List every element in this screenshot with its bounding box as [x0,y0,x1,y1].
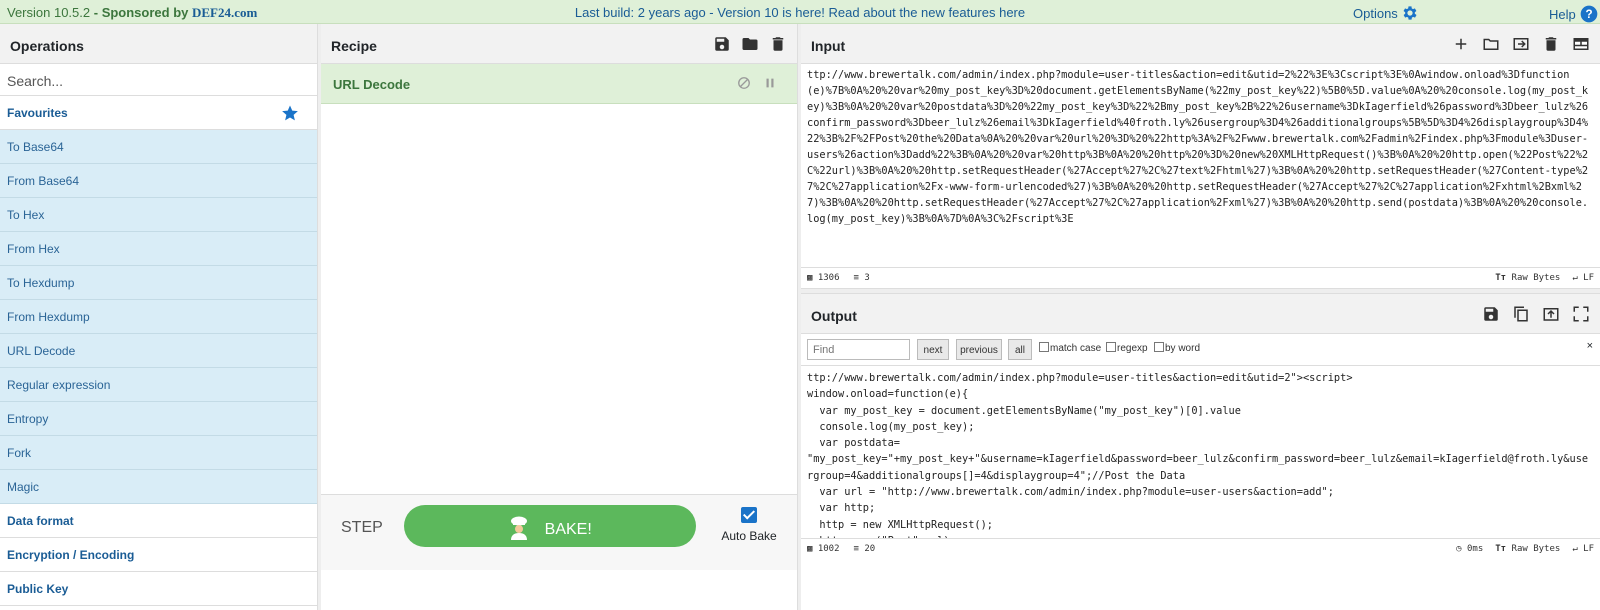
input-status-bar: ▩ 1306 ≡ 3 Tт Raw Bytes ↵ LF [801,267,1600,287]
save-output-icon[interactable] [1482,305,1500,323]
recipe-operation-url-decode[interactable]: URL Decode [321,64,797,104]
recipe-panel: Recipe URL Decode STEP BAKE! Auto Bake [321,24,798,610]
output-eol-button[interactable]: ↵ LF [1572,544,1594,554]
operations-title: Operations [0,24,317,64]
match-case-checkbox[interactable]: match case [1039,342,1101,354]
input-lines: ≡ 3 [853,273,870,283]
favourites-operation-list: To Base64 From Base64 To Hex From Hex To Hex… [0,130,317,504]
version-info: Version 10.5.2 - Sponsored by DEF24.com [7,5,257,21]
operations-panel: Operations Search... Favourites To Base6… [0,24,318,610]
category-favourites[interactable]: Favourites [0,96,317,130]
breakpoint-icon[interactable] [763,76,777,90]
operations-search-input[interactable]: Search... [0,64,317,96]
operation-category[interactable]: Data format [0,504,317,538]
folder-icon[interactable] [741,35,759,53]
options-label: Options [1353,6,1398,21]
star-icon[interactable] [281,104,299,122]
operation-item[interactable]: To Hexdump [0,266,317,300]
operation-item[interactable]: From Base64 [0,164,317,198]
operation-item[interactable]: To Hex [0,198,317,232]
auto-bake-checkbox[interactable]: Auto Bake [719,507,779,543]
top-banner: Version 10.5.2 - Sponsored by DEF24.com … [0,0,1600,24]
save-icon[interactable] [713,35,731,53]
operation-item[interactable]: Regular expression [0,368,317,402]
operation-item[interactable]: To Base64 [0,130,317,164]
copy-icon[interactable] [1512,305,1530,323]
close-find-button[interactable]: × [1587,340,1593,352]
disable-icon[interactable] [737,76,751,90]
trash-icon[interactable] [769,35,787,53]
build-notice-link[interactable]: Last build: 2 years ago - Version 10 is … [575,5,1025,20]
help-label: Help [1549,7,1576,22]
step-button[interactable]: STEP [341,519,383,537]
input-section: Input ttp://www.brewertalk.com/admin/ind… [801,24,1600,288]
svg-text:?: ? [1586,8,1593,21]
output-lines: ≡ 20 [853,544,876,554]
operation-item[interactable]: Magic [0,470,317,504]
help-button[interactable]: Help ? [1549,4,1599,24]
version-label: Version 10.5.2 [7,5,91,20]
help-icon: ? [1581,5,1598,23]
operation-item[interactable]: From Hexdump [0,300,317,334]
bake-label: BAKE! [544,521,592,538]
favourites-label: Favourites [7,106,68,120]
operation-item[interactable]: Fork [0,436,317,470]
find-bar: next previous all match case regexp by w… [801,334,1600,366]
auto-bake-label: Auto Bake [721,529,777,543]
output-textarea[interactable]: ttp://www.brewertalk.com/admin/index.php… [801,366,1600,538]
output-section: Output next previous all match case rege… [801,294,1600,610]
clear-input-icon[interactable] [1542,35,1560,53]
operation-item[interactable]: Entropy [0,402,317,436]
output-status-bar: ▩ 1002 ≡ 20 ◷ 0ms Tт Raw Bytes ↵ LF [801,538,1600,558]
sponsor-link[interactable]: DEF24.com [192,5,257,20]
recipe-operation-label: URL Decode [333,77,411,92]
maximise-icon[interactable] [1572,305,1590,323]
auto-bake-check-icon [741,507,757,523]
operation-categories: Data format Encryption / Encoding Public K… [0,504,317,606]
operation-item[interactable]: From Hex [0,232,317,266]
input-length: ▩ 1306 [807,273,840,283]
open-file-icon[interactable] [1512,35,1530,53]
sponsored-prefix: - Sponsored by [93,5,189,20]
input-eol-button[interactable]: ↵ LF [1572,273,1594,283]
operation-item[interactable]: URL Decode [0,334,317,368]
operation-category[interactable]: Encryption / Encoding [0,538,317,572]
options-button[interactable]: Options [1353,4,1419,22]
bake-controls: STEP BAKE! Auto Bake [321,494,797,570]
replace-input-icon[interactable] [1542,305,1560,323]
operation-category[interactable]: Public Key [0,572,317,606]
find-all-button[interactable]: all [1008,339,1032,360]
chef-icon [511,516,528,540]
find-next-button[interactable]: next [917,339,949,360]
bake-button[interactable]: BAKE! [404,505,696,547]
open-folder-icon[interactable] [1482,35,1500,53]
input-charset-button[interactable]: Tт Raw Bytes [1495,273,1560,283]
find-input[interactable] [807,339,910,360]
input-textarea[interactable]: ttp://www.brewertalk.com/admin/index.php… [801,64,1600,267]
output-length: ▩ 1002 [807,544,840,554]
regexp-checkbox[interactable]: regexp [1106,342,1148,354]
by-word-checkbox[interactable]: by word [1154,342,1200,354]
add-tab-icon[interactable] [1452,35,1470,53]
gear-icon [1403,6,1417,20]
find-previous-button[interactable]: previous [956,339,1002,360]
output-charset-button[interactable]: Tт Raw Bytes [1495,544,1560,554]
output-title: Output [801,294,1600,334]
input-title: Input [801,24,1600,64]
layout-icon[interactable] [1572,35,1590,53]
output-bake-time: ◷ 0ms [1456,544,1484,554]
recipe-title: Recipe [321,24,797,64]
io-panel: Input ttp://www.brewertalk.com/admin/ind… [801,24,1600,610]
